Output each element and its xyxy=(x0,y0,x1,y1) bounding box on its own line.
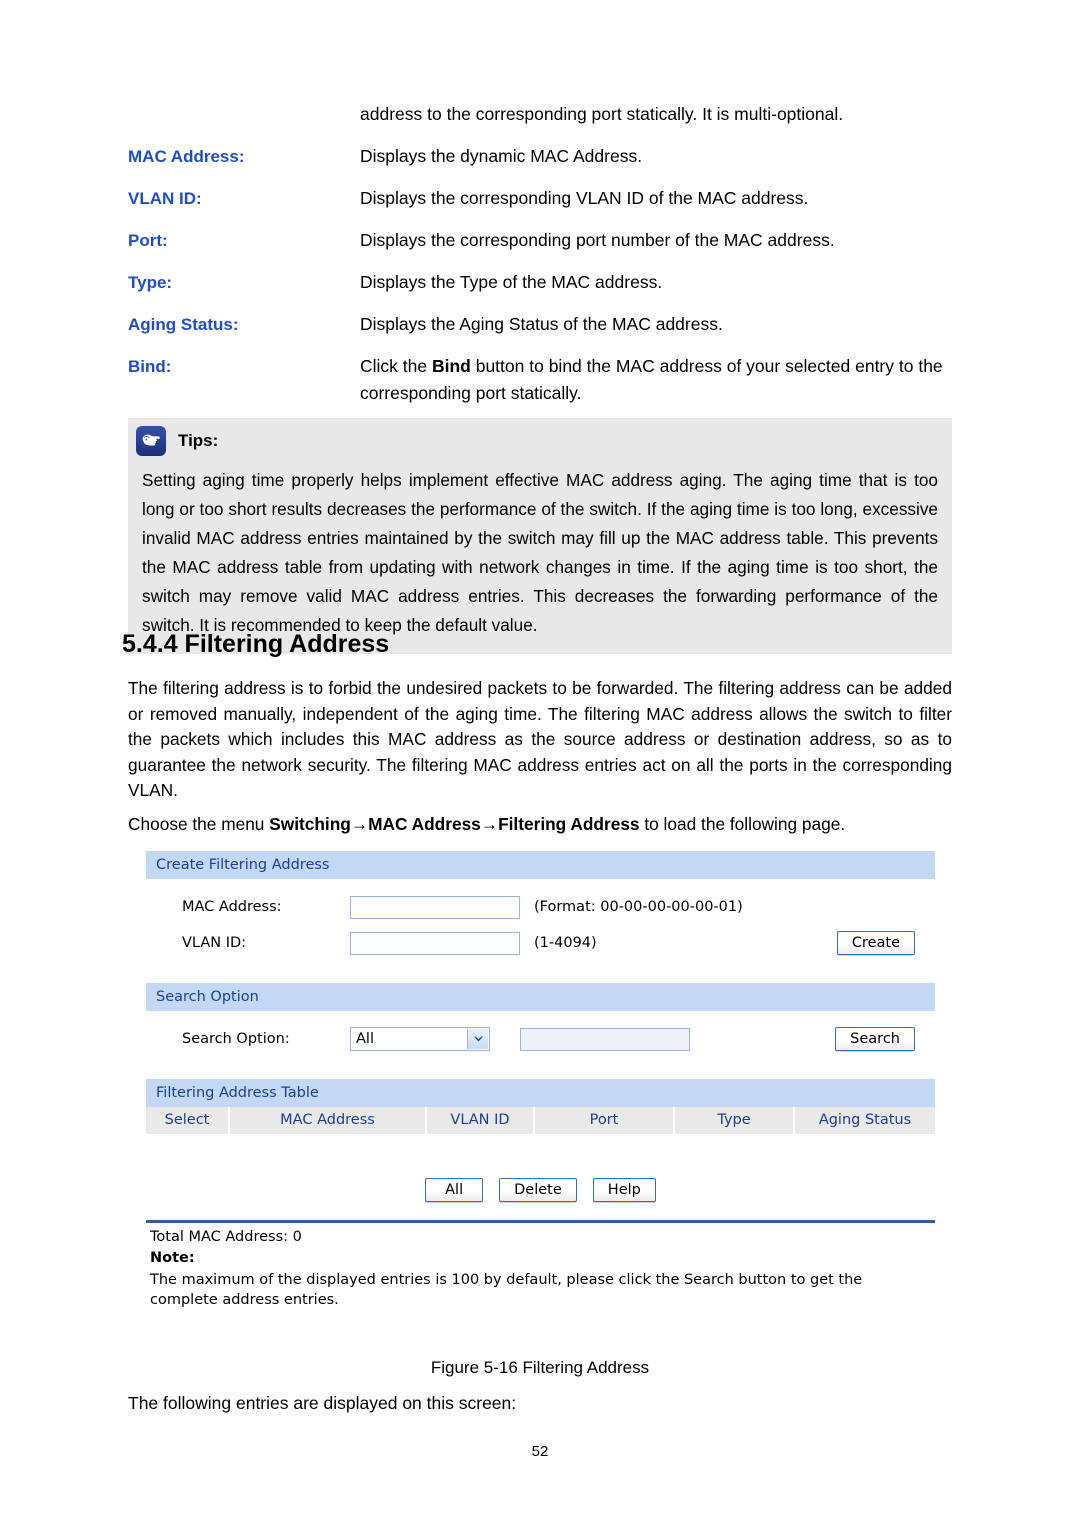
mac-address-format-hint: (Format: 00-00-00-00-00-01) xyxy=(534,899,743,915)
document-page: address to the corresponding port static… xyxy=(0,0,1080,1527)
filtering-address-table-panel: Filtering Address Table Select MAC Addre… xyxy=(146,1079,935,1310)
column-header-port: Port xyxy=(535,1107,675,1134)
definition-list: address to the corresponding port static… xyxy=(128,100,952,407)
table-header-row: Select MAC Address VLAN ID Port Type Agi… xyxy=(146,1107,935,1134)
definition-term: MAC Address: xyxy=(128,147,245,166)
search-keyword-input[interactable] xyxy=(520,1027,690,1051)
filtering-address-screen: Create Filtering Address MAC Address: (F… xyxy=(146,851,935,1310)
section-paragraph-2: Choose the menu Switching→MAC Address→Fi… xyxy=(128,812,952,838)
menu-path: Switching→MAC Address→Filtering Address xyxy=(269,814,640,834)
create-panel-body: MAC Address: (Format: 00-00-00-00-00-01)… xyxy=(146,889,935,983)
table-panel-title: Filtering Address Table xyxy=(146,1079,935,1107)
search-option-label: Search Option: xyxy=(182,1031,290,1047)
menu-path-pre: Choose the menu xyxy=(128,814,270,834)
search-button[interactable]: Search xyxy=(835,1027,915,1051)
definition-term: Port: xyxy=(128,231,168,250)
column-header-type: Type xyxy=(675,1107,795,1134)
pointing-hand-icon xyxy=(136,426,166,456)
create-button[interactable]: Create xyxy=(836,931,915,955)
menu-path-post: to load the following page. xyxy=(639,814,846,834)
column-header-aging-status: Aging Status xyxy=(818,1112,912,1128)
tips-callout: Tips: Setting aging time properly helps … xyxy=(128,418,952,654)
definition-row: Type: Displays the Type of the MAC addre… xyxy=(128,269,952,296)
definition-term: Aging Status: xyxy=(128,315,239,334)
column-header-select: Select xyxy=(146,1107,230,1134)
delete-button[interactable]: Delete xyxy=(499,1178,577,1202)
definition-description: Click the Bind button to bind the MAC ad… xyxy=(360,353,952,407)
definition-description: Displays the dynamic MAC Address. xyxy=(360,146,643,166)
note-text: The maximum of the displayed entries is … xyxy=(150,1272,863,1308)
page-title: 5.4.4 Filtering Address xyxy=(122,630,390,658)
mac-address-input[interactable] xyxy=(350,895,520,919)
search-panel-body: Search Option: All Search xyxy=(146,1021,935,1079)
closing-text: The following entries are displayed on t… xyxy=(128,1393,517,1413)
mac-address-label: MAC Address: xyxy=(182,899,282,915)
column-header-mac-address: MAC Address xyxy=(230,1107,427,1134)
search-option-row: Search Option: All Search xyxy=(146,1021,935,1057)
search-option-panel: Search Option Search Option: All Search xyxy=(146,983,935,1079)
definition-description: Displays the Aging Status of the MAC add… xyxy=(360,314,723,334)
definition-row: Port: Displays the corresponding port nu… xyxy=(128,227,952,254)
vlan-id-range-hint: (1-4094) xyxy=(534,935,597,951)
create-filtering-address-panel: Create Filtering Address MAC Address: (F… xyxy=(146,851,935,983)
bind-keyword: Bind xyxy=(431,356,471,376)
vlan-id-input[interactable] xyxy=(350,931,520,955)
tips-header: Tips: xyxy=(128,418,952,460)
definition-intro-text: address to the corresponding port static… xyxy=(360,104,844,124)
chevron-down-icon[interactable] xyxy=(467,1029,488,1049)
search-option-select[interactable]: All xyxy=(350,1027,490,1051)
definition-description: Displays the corresponding VLAN ID of th… xyxy=(360,188,809,208)
mac-address-row: MAC Address: (Format: 00-00-00-00-00-01) xyxy=(146,889,935,925)
vlan-id-row: VLAN ID: (1-4094) Create xyxy=(146,925,935,961)
create-panel-title: Create Filtering Address xyxy=(146,851,935,879)
vlan-id-label: VLAN ID: xyxy=(182,935,247,951)
definition-term: Type: xyxy=(128,273,173,292)
tips-body-text: Setting aging time properly helps implem… xyxy=(142,470,938,635)
table-empty-body xyxy=(146,1134,935,1172)
note-label: Note: xyxy=(150,1250,195,1266)
column-header-vlan-id: VLAN ID xyxy=(427,1107,535,1134)
table-action-buttons: All Delete Help xyxy=(146,1172,935,1220)
definition-term: Bind: xyxy=(128,357,172,376)
select-all-button[interactable]: All xyxy=(425,1178,484,1202)
definition-description: Displays the corresponding port number o… xyxy=(360,230,835,250)
panel-spacer xyxy=(146,961,935,983)
definition-row: VLAN ID: Displays the corresponding VLAN… xyxy=(128,185,952,212)
definition-row: MAC Address: Displays the dynamic MAC Ad… xyxy=(128,143,952,170)
bind-desc-pre: Click the xyxy=(360,356,432,376)
definition-row: Aging Status: Displays the Aging Status … xyxy=(128,311,952,338)
help-button[interactable]: Help xyxy=(592,1178,656,1202)
definition-description: Displays the Type of the MAC address. xyxy=(360,272,663,292)
definition-row: Bind: Click the Bind button to bind the … xyxy=(128,353,952,407)
search-option-selected-value: All xyxy=(356,1031,374,1047)
tips-label: Tips: xyxy=(178,431,219,450)
figure-caption: Figure 5-16 Filtering Address xyxy=(430,1358,650,1377)
panel-spacer xyxy=(146,1057,935,1079)
search-panel-title: Search Option xyxy=(146,983,935,1011)
page-number: 52 xyxy=(531,1443,549,1460)
definition-term: VLAN ID: xyxy=(128,189,202,208)
section-paragraph-1: The filtering address is to forbid the u… xyxy=(128,678,952,800)
total-mac-address-count: Total MAC Address: 0 xyxy=(150,1229,302,1245)
